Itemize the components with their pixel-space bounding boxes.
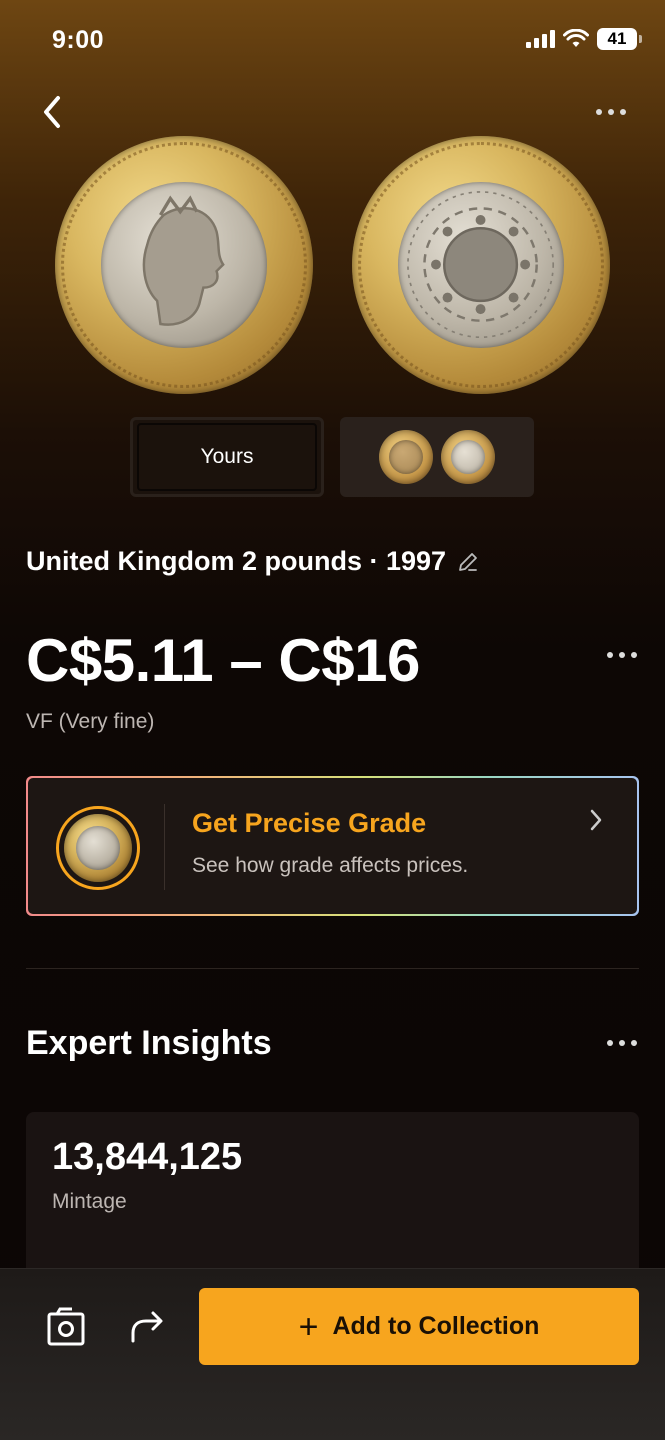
mini-coin-reverse-icon xyxy=(441,430,495,484)
grade-card-subtitle: See how grade affects prices. xyxy=(192,854,469,877)
chevron-right-icon xyxy=(590,809,602,831)
image-source-tabs: Yours xyxy=(130,417,534,497)
add-to-collection-button[interactable]: + Add to Collection xyxy=(199,1288,639,1365)
status-icons: 41 xyxy=(526,28,642,50)
plus-icon: + xyxy=(298,1307,319,1346)
grade-card-title: Get Precise Grade xyxy=(192,808,427,838)
expert-insights-title: Expert Insights xyxy=(26,1024,272,1062)
status-bar: 9:00 41 xyxy=(0,0,665,80)
get-precise-grade-card[interactable]: Get Precise Grade See how grade affects … xyxy=(26,776,639,916)
more-icon xyxy=(596,109,602,115)
price-more-button[interactable] xyxy=(607,652,637,658)
more-icon xyxy=(607,652,613,658)
status-time: 9:00 xyxy=(52,26,105,54)
grade-coin-thumbnail xyxy=(56,806,140,890)
grade-label: VF (Very fine) xyxy=(26,710,155,733)
insights-more-button[interactable] xyxy=(607,1040,637,1046)
section-divider xyxy=(26,968,639,969)
back-chevron-icon[interactable] xyxy=(36,92,68,132)
mintage-card: 13,844,125 Mintage xyxy=(26,1112,639,1282)
mintage-value: 13,844,125 xyxy=(52,1136,243,1178)
mini-coin-obverse-icon xyxy=(379,430,433,484)
cellular-signal-icon xyxy=(526,30,555,48)
bottom-action-bar: + Add to Collection xyxy=(0,1268,665,1440)
queen-portrait-icon xyxy=(143,195,226,327)
tab-yours-label: Yours xyxy=(137,423,317,491)
coin-obverse-image[interactable] xyxy=(55,136,313,394)
edit-pencil-icon[interactable] xyxy=(456,550,480,574)
battery-icon: 41 xyxy=(597,28,642,50)
more-options-button[interactable] xyxy=(591,100,631,124)
camera-icon[interactable] xyxy=(46,1307,86,1347)
coin-title[interactable]: United Kingdom 2 pounds · 1997 xyxy=(26,546,480,577)
price-range: C$5.11 – C$16 xyxy=(26,627,420,694)
battery-level: 41 xyxy=(607,29,627,48)
more-icon xyxy=(607,1040,613,1046)
tab-yours[interactable]: Yours xyxy=(130,417,324,497)
reverse-design-icon xyxy=(407,191,555,339)
tab-reference-images[interactable] xyxy=(340,417,534,497)
coin-reverse-image[interactable] xyxy=(352,136,610,394)
coin-title-text: United Kingdom 2 pounds · 1997 xyxy=(26,546,447,576)
add-to-collection-label: Add to Collection xyxy=(332,1312,540,1340)
mintage-label: Mintage xyxy=(52,1190,127,1213)
share-icon[interactable] xyxy=(128,1309,166,1345)
wifi-icon xyxy=(563,29,589,47)
divider xyxy=(164,804,165,890)
